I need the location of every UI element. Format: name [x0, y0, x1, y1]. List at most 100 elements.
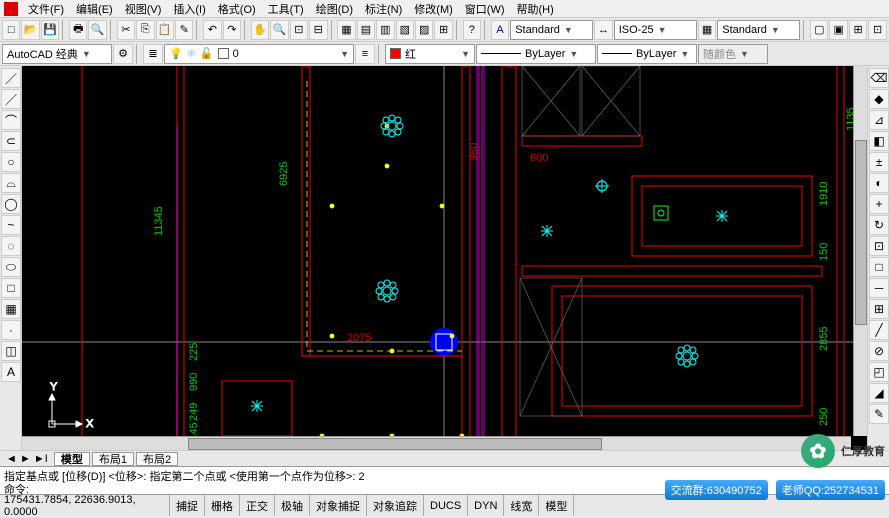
mode-polar[interactable]: 极轴 — [275, 495, 310, 516]
edit-tool[interactable]: ✎ — [869, 404, 889, 424]
mode-model[interactable]: 模型 — [539, 495, 574, 516]
mode-lwt[interactable]: 线宽 — [504, 495, 539, 516]
tab-nav-buttons[interactable]: ◄ ► ►I — [6, 453, 48, 465]
rectangle-tool[interactable]: ○ — [1, 152, 21, 172]
layer-select[interactable]: 💡 ❄ 🔓 0 ▼ — [164, 44, 354, 64]
pan-button[interactable]: ✋ — [251, 20, 269, 40]
mode-grid[interactable]: 栅格 — [205, 495, 240, 516]
mode-dyn[interactable]: DYN — [468, 495, 504, 516]
scroll-thumb[interactable] — [188, 438, 603, 450]
plot-button[interactable]: 🖶 — [69, 20, 87, 40]
text-tool[interactable]: A — [1, 362, 21, 382]
viewport3-button[interactable]: ⊞ — [849, 20, 867, 40]
zoom-prev-button[interactable]: ⊟ — [309, 20, 327, 40]
canvas-scrollbar-horizontal[interactable] — [22, 436, 851, 450]
join-tool[interactable]: ╱ — [869, 320, 889, 340]
revcloud-tool[interactable]: ~ — [1, 215, 21, 235]
menu-file[interactable]: 文件(F) — [22, 1, 70, 17]
mode-ducs[interactable]: DUCS — [424, 495, 468, 516]
trim-tool[interactable]: □ — [869, 257, 889, 277]
viewport-button[interactable]: ▢ — [810, 20, 828, 40]
mode-osnap[interactable]: 对象捕捉 — [310, 495, 367, 516]
zoom-window-button[interactable]: ⊡ — [290, 20, 308, 40]
polygon-tool[interactable]: ⊂ — [1, 131, 21, 151]
menu-view[interactable]: 视图(V) — [119, 1, 168, 17]
calc-button[interactable]: ⊞ — [434, 20, 452, 40]
layer-manager-button[interactable]: ≣ — [143, 44, 163, 64]
text-style-select[interactable]: Standard▼ — [510, 20, 593, 40]
plotstyle-select[interactable]: 随颜色 ▼ — [698, 44, 768, 64]
point-tool[interactable]: · — [1, 320, 21, 340]
mode-ortho[interactable]: 正交 — [240, 495, 275, 516]
menu-format[interactable]: 格式(O) — [212, 1, 262, 17]
menu-window[interactable]: 窗口(W) — [459, 1, 511, 17]
polyline-tool[interactable]: ⌒ — [1, 110, 21, 130]
mode-snap[interactable]: 捕捉 — [170, 495, 205, 516]
tablestyle-icon[interactable]: ▦ — [698, 20, 716, 40]
help-button[interactable]: ? — [463, 20, 481, 40]
offset-tool[interactable]: ◧ — [869, 131, 889, 151]
ellipse-tool[interactable]: ⬭ — [1, 257, 21, 277]
save-button[interactable]: 💾 — [41, 20, 59, 40]
extend-tool[interactable]: ─ — [869, 278, 889, 298]
xline-tool[interactable]: ／ — [1, 89, 21, 109]
mode-otrack[interactable]: 对象追踪 — [367, 495, 424, 516]
new-button[interactable]: □ — [2, 20, 20, 40]
redo-button[interactable]: ↷ — [223, 20, 241, 40]
color-select[interactable]: 红 ▼ — [385, 44, 475, 64]
menu-draw[interactable]: 绘图(D) — [310, 1, 359, 17]
table-style-select[interactable]: Standard▼ — [717, 20, 800, 40]
chamfer-tool[interactable]: ⊘ — [869, 341, 889, 361]
rotate-tool[interactable]: + — [869, 194, 889, 214]
tab-layout1[interactable]: 布局1 — [92, 452, 134, 466]
line-tool[interactable]: ／ — [1, 68, 21, 88]
designcenter-button[interactable]: ▤ — [357, 20, 375, 40]
scroll-thumb[interactable] — [855, 140, 867, 325]
sheet-set-button[interactable]: ▧ — [396, 20, 414, 40]
menu-tools[interactable]: 工具(T) — [262, 1, 310, 17]
menu-insert[interactable]: 插入(I) — [167, 1, 211, 17]
cut-button[interactable]: ✂ — [117, 20, 135, 40]
explode-tool[interactable]: ◢ — [869, 383, 889, 403]
viewport2-button[interactable]: ▣ — [829, 20, 847, 40]
dimstyle-icon[interactable]: ↔ — [594, 20, 612, 40]
drawing-canvas[interactable]: 11345 6925 225 990 249 1145 1135 11385 1… — [22, 66, 867, 450]
markup-button[interactable]: ▨ — [415, 20, 433, 40]
stretch-tool[interactable]: ⊡ — [869, 236, 889, 256]
textstyle-icon[interactable]: A — [491, 20, 509, 40]
make-block-tool[interactable]: ▦ — [1, 299, 21, 319]
copy-tool[interactable]: ◆ — [869, 89, 889, 109]
scale-tool[interactable]: ↻ — [869, 215, 889, 235]
tab-model[interactable]: 模型 — [54, 452, 90, 466]
circle-tool[interactable]: ◯ — [1, 194, 21, 214]
move-tool[interactable]: ◐ — [869, 173, 889, 193]
fillet-tool[interactable]: ◰ — [869, 362, 889, 382]
toolpalettes-button[interactable]: ▥ — [376, 20, 394, 40]
lineweight-select[interactable]: ByLayer ▼ — [597, 44, 697, 64]
dim-style-select[interactable]: ISO-25▼ — [614, 20, 697, 40]
arc-tool[interactable]: ⌓ — [1, 173, 21, 193]
layer-states-button[interactable]: ≡ — [355, 44, 375, 64]
menu-modify[interactable]: 修改(M) — [408, 1, 459, 17]
workspace-settings-button[interactable]: ⚙ — [113, 44, 133, 64]
array-tool[interactable]: ± — [869, 152, 889, 172]
viewport4-button[interactable]: ⊡ — [868, 20, 886, 40]
erase-tool[interactable]: ⌫ — [869, 68, 889, 88]
properties-button[interactable]: ▦ — [337, 20, 355, 40]
zoom-button[interactable]: 🔍 — [270, 20, 288, 40]
match-button[interactable]: ✎ — [175, 20, 193, 40]
canvas-scrollbar-vertical[interactable] — [853, 66, 867, 436]
menu-dimension[interactable]: 标注(N) — [359, 1, 408, 17]
open-button[interactable]: 📂 — [21, 20, 39, 40]
linetype-select[interactable]: ByLayer ▼ — [476, 44, 596, 64]
insert-block-tool[interactable]: □ — [1, 278, 21, 298]
menu-help[interactable]: 帮助(H) — [511, 1, 560, 17]
hatch-tool[interactable]: ◫ — [1, 341, 21, 361]
undo-button[interactable]: ↶ — [203, 20, 221, 40]
tab-layout2[interactable]: 布局2 — [136, 452, 178, 466]
break-tool[interactable]: ⊞ — [869, 299, 889, 319]
copy-button[interactable]: ⎘ — [136, 20, 154, 40]
workspace-select[interactable]: AutoCAD 经典▼ — [2, 44, 112, 64]
preview-button[interactable]: 🔍 — [88, 20, 106, 40]
spline-tool[interactable]: ◌ — [1, 236, 21, 256]
